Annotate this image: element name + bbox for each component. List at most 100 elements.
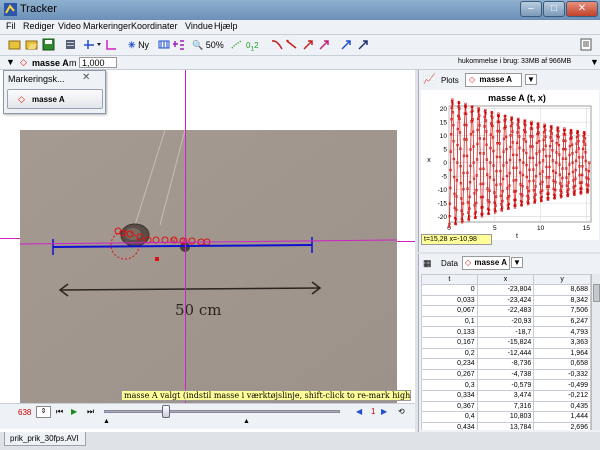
loop-icon[interactable]: ⟲ (398, 407, 405, 416)
play-icon[interactable]: ▶ (71, 407, 77, 416)
video-frame[interactable]: 50,00 50 cm (20, 130, 397, 410)
table-row[interactable]: 0,234 -8,736 0,658 (421, 358, 591, 370)
calibration-icon[interactable] (158, 38, 170, 53)
table-row[interactable]: 0,434 13,784 2,696 (421, 421, 591, 430)
table-cell[interactable]: 13,784 (476, 421, 535, 430)
table-row[interactable]: 0,334 3,474 -0,212 (421, 389, 591, 402)
table-cell[interactable]: -0,499 (533, 379, 591, 391)
table-cell[interactable]: 0,133 (421, 326, 478, 338)
table-cell[interactable]: 0,435 (533, 400, 591, 413)
table-scrollbar[interactable] (591, 274, 600, 430)
trace-icon[interactable] (230, 38, 243, 53)
table-cell[interactable]: 8,688 (533, 284, 591, 296)
table-row[interactable]: 0,367 7,316 0,435 (421, 400, 591, 413)
table-cell[interactable]: 0,167 (421, 336, 478, 349)
table-cell[interactable]: 0,2 (421, 347, 478, 360)
notes-icon[interactable] (580, 38, 592, 53)
curve-icon[interactable] (271, 38, 284, 53)
table-cell[interactable]: 3,363 (533, 336, 591, 349)
table-cell[interactable]: -20,93 (476, 315, 535, 328)
dropdown-arrow-icon[interactable]: ▼ (590, 57, 599, 67)
table-row[interactable]: 0 -23,804 8,688 (421, 284, 591, 296)
new-track-button[interactable]: ✳ Ny (128, 38, 156, 53)
column-header-t[interactable]: t (421, 274, 478, 285)
table-cell[interactable]: -22,483 (476, 305, 535, 317)
table-cell[interactable]: -23,424 (476, 294, 535, 307)
zoom-button[interactable]: 🔍 50% (192, 38, 227, 53)
autotracker-icon[interactable] (172, 38, 185, 53)
table-cell[interactable]: 0,367 (421, 400, 478, 413)
table-cell[interactable]: -8,736 (476, 358, 535, 370)
table-row[interactable]: 0,3 -0,579 -0,499 (421, 379, 591, 391)
vector-icon[interactable] (286, 38, 299, 53)
scrollbar-thumb[interactable] (593, 284, 600, 302)
table-cell[interactable]: 0,1 (421, 315, 478, 328)
table-cell[interactable]: 8,342 (533, 294, 591, 307)
acceleration-icon[interactable] (318, 38, 331, 53)
menu-vindue[interactable]: Vindue (185, 21, 213, 31)
table-cell[interactable]: -0,332 (533, 368, 591, 381)
table-row[interactable]: 0,267 -4,738 -0,332 (421, 368, 591, 381)
open-file-icon[interactable] (25, 38, 38, 53)
axes-magenta-icon[interactable] (104, 38, 117, 53)
data-track-select[interactable]: ◇ masse A (462, 256, 510, 270)
step-size-button[interactable]: 012 (246, 38, 264, 53)
table-cell[interactable]: 2,696 (533, 421, 591, 430)
plot-track-select[interactable]: ◇ masse A (465, 73, 522, 87)
plot-chart[interactable]: masse A (t, x) -20-15-10-5051015200 5 10 15… (421, 90, 599, 240)
table-row[interactable]: 0,133 -18,7 4,793 (421, 326, 591, 338)
table-cell[interactable]: 7,316 (476, 400, 535, 413)
data-table-container[interactable]: t x y 0 -23,804 8,688 0,033 -23,424 8,342 0,06… (421, 274, 591, 430)
table-cell[interactable]: 3,474 (476, 389, 535, 402)
mass-input[interactable]: 1,000 (79, 57, 117, 68)
start-trim-icon[interactable]: ▲ (103, 418, 110, 425)
timeline-slider-thumb[interactable] (162, 405, 170, 418)
table-row[interactable]: 0,1 -20,93 6,247 (421, 315, 591, 328)
coordinate-axes-icon[interactable] (82, 38, 102, 53)
table-cell[interactable]: 6,247 (533, 315, 591, 328)
menu-fil[interactable]: Fil (6, 21, 16, 31)
table-cell[interactable]: -12,444 (476, 347, 535, 360)
table-cell[interactable]: 0,234 (421, 358, 478, 370)
velocity-icon[interactable] (302, 38, 315, 53)
table-row[interactable]: 0,033 -23,424 8,342 (421, 294, 591, 307)
table-cell[interactable]: 7,506 (533, 305, 591, 317)
mass-marker-icon[interactable] (357, 38, 370, 53)
table-cell[interactable]: 0,033 (421, 294, 478, 307)
table-cell[interactable]: -15,824 (476, 336, 535, 349)
table-cell[interactable]: 1,964 (533, 347, 591, 360)
table-cell[interactable]: 0,067 (421, 305, 478, 317)
table-cell[interactable]: 1,444 (533, 411, 591, 423)
table-cell[interactable]: 0,4 (421, 411, 478, 423)
timeline-slider-track[interactable] (104, 410, 340, 413)
table-cell[interactable]: 10,803 (476, 411, 535, 423)
step-forward-icon[interactable]: ▶ (381, 407, 387, 416)
end-trim-icon[interactable]: ▲ (243, 418, 250, 425)
step-icon[interactable]: ⏭ (87, 407, 94, 417)
table-cell[interactable]: 0 (421, 284, 478, 296)
table-row[interactable]: 0,2 -12,444 1,964 (421, 347, 591, 360)
table-cell[interactable]: 0,658 (533, 358, 591, 370)
save-file-icon[interactable] (42, 38, 55, 53)
video-panel[interactable]: 50,00 50 cm (0, 70, 415, 432)
menu-video[interactable]: Video (58, 21, 81, 31)
minimize-button[interactable]: – (520, 1, 542, 17)
table-cell[interactable]: 0,3 (421, 379, 478, 391)
spinner-icon[interactable]: ⇕ (36, 406, 51, 418)
table-cell[interactable]: 4,793 (533, 326, 591, 338)
table-cell[interactable]: 0,334 (421, 389, 478, 402)
table-cell[interactable]: 0,434 (421, 421, 478, 430)
point-marker-icon[interactable] (340, 38, 353, 53)
close-icon[interactable]: ✕ (82, 72, 90, 83)
table-cell[interactable]: 0,267 (421, 368, 478, 381)
table-row[interactable]: 0,4 10,803 1,444 (421, 411, 591, 423)
track-select-button[interactable]: ◇ masse A (7, 89, 103, 109)
menu-hjaelp[interactable]: Hjælp (214, 21, 238, 31)
clip-settings-icon[interactable] (64, 38, 77, 53)
maximize-button[interactable]: □ (543, 1, 565, 17)
new-file-icon[interactable] (8, 38, 21, 53)
table-cell[interactable]: -0,212 (533, 389, 591, 402)
table-cell[interactable]: -18,7 (476, 326, 535, 338)
step-back-icon[interactable]: ◀ (356, 407, 362, 416)
plot-icon[interactable]: 📈 (423, 74, 435, 85)
